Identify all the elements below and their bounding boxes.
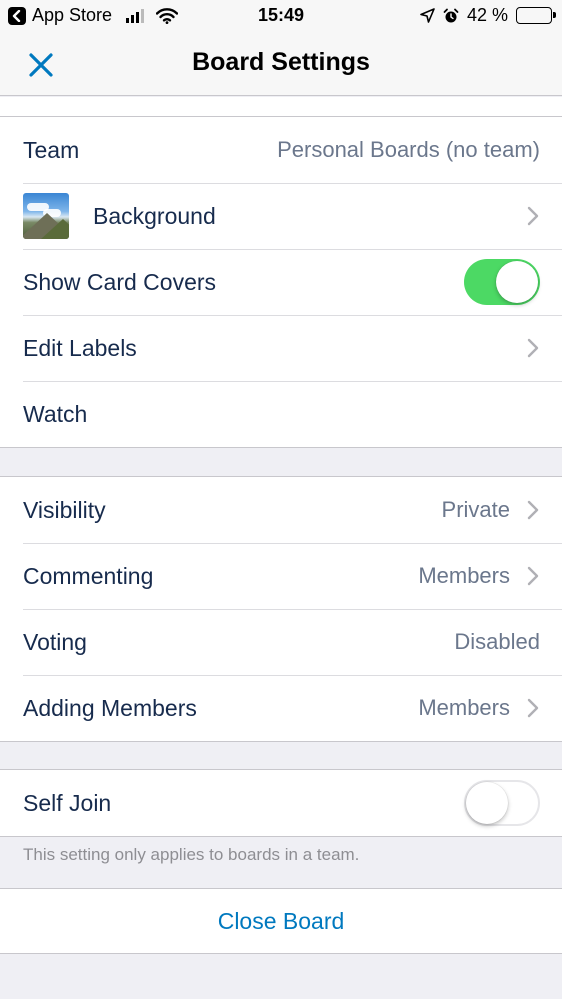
chevron-right-icon bbox=[527, 500, 539, 520]
self-join-label: Self Join bbox=[23, 789, 112, 816]
alarm-clock-icon bbox=[443, 8, 459, 24]
adding-members-row[interactable]: Adding Members Members bbox=[0, 675, 562, 741]
edit-labels-label: Edit Labels bbox=[23, 334, 137, 361]
self-join-row: Self Join bbox=[0, 770, 562, 836]
toggle-knob bbox=[466, 782, 508, 824]
close-board-group: Close Board bbox=[0, 888, 562, 954]
adding-members-label: Adding Members bbox=[23, 694, 197, 721]
watch-label: Watch bbox=[23, 400, 88, 427]
team-value: Personal Boards (no team) bbox=[277, 137, 540, 162]
commenting-label: Commenting bbox=[23, 562, 154, 589]
commenting-row[interactable]: Commenting Members bbox=[0, 543, 562, 609]
chevron-right-icon bbox=[527, 206, 539, 226]
wifi-icon bbox=[156, 7, 179, 24]
back-to-app-icon[interactable] bbox=[8, 6, 26, 25]
location-arrow-icon bbox=[420, 8, 435, 23]
toggle-knob bbox=[496, 261, 538, 303]
edit-labels-row[interactable]: Edit Labels bbox=[0, 315, 562, 381]
visibility-value: Private bbox=[441, 497, 510, 522]
background-thumbnail bbox=[23, 193, 69, 239]
voting-label: Voting bbox=[23, 628, 87, 655]
background-label: Background bbox=[93, 202, 216, 229]
show-card-covers-row: Show Card Covers bbox=[0, 249, 562, 315]
team-label: Team bbox=[23, 136, 80, 163]
settings-general-group: Team Personal Boards (no team) Backgroun… bbox=[0, 116, 562, 448]
battery-percent: 42 % bbox=[466, 5, 508, 25]
page-title: Board Settings bbox=[192, 48, 370, 76]
cellular-signal-icon bbox=[126, 8, 145, 23]
chevron-right-icon bbox=[527, 698, 539, 718]
chevron-right-icon bbox=[527, 338, 539, 358]
visibility-row[interactable]: Visibility Private bbox=[0, 477, 562, 543]
voting-row[interactable]: Voting Disabled bbox=[0, 609, 562, 675]
top-spacer bbox=[0, 97, 562, 117]
settings-permissions-group: Visibility Private Commenting Members Vo… bbox=[0, 476, 562, 742]
chevron-right-icon bbox=[527, 566, 539, 586]
close-icon[interactable] bbox=[26, 50, 56, 80]
voting-value: Disabled bbox=[454, 629, 540, 654]
close-board-label: Close Board bbox=[217, 907, 345, 934]
commenting-value: Members bbox=[418, 563, 510, 588]
self-join-toggle[interactable] bbox=[464, 780, 540, 826]
back-to-app-label[interactable]: App Store bbox=[32, 5, 112, 26]
show-card-covers-toggle[interactable] bbox=[464, 259, 540, 305]
status-bar-left: App Store bbox=[8, 5, 179, 26]
navigation-bar: Board Settings bbox=[0, 32, 562, 96]
watch-row[interactable]: Watch bbox=[0, 381, 562, 447]
adding-members-value: Members bbox=[418, 695, 510, 720]
background-row[interactable]: Background bbox=[0, 183, 562, 249]
status-bar-right: 42 % bbox=[420, 5, 556, 26]
show-card-covers-label: Show Card Covers bbox=[23, 268, 217, 295]
status-bar: App Store 15:49 42 % bbox=[0, 0, 562, 32]
visibility-label: Visibility bbox=[23, 496, 106, 523]
close-board-button[interactable]: Close Board bbox=[0, 889, 562, 953]
self-join-footnote: This setting only applies to boards in a… bbox=[23, 845, 360, 864]
team-row[interactable]: Team Personal Boards (no team) bbox=[0, 117, 562, 183]
self-join-group: Self Join bbox=[0, 769, 562, 837]
battery-icon bbox=[516, 7, 556, 24]
